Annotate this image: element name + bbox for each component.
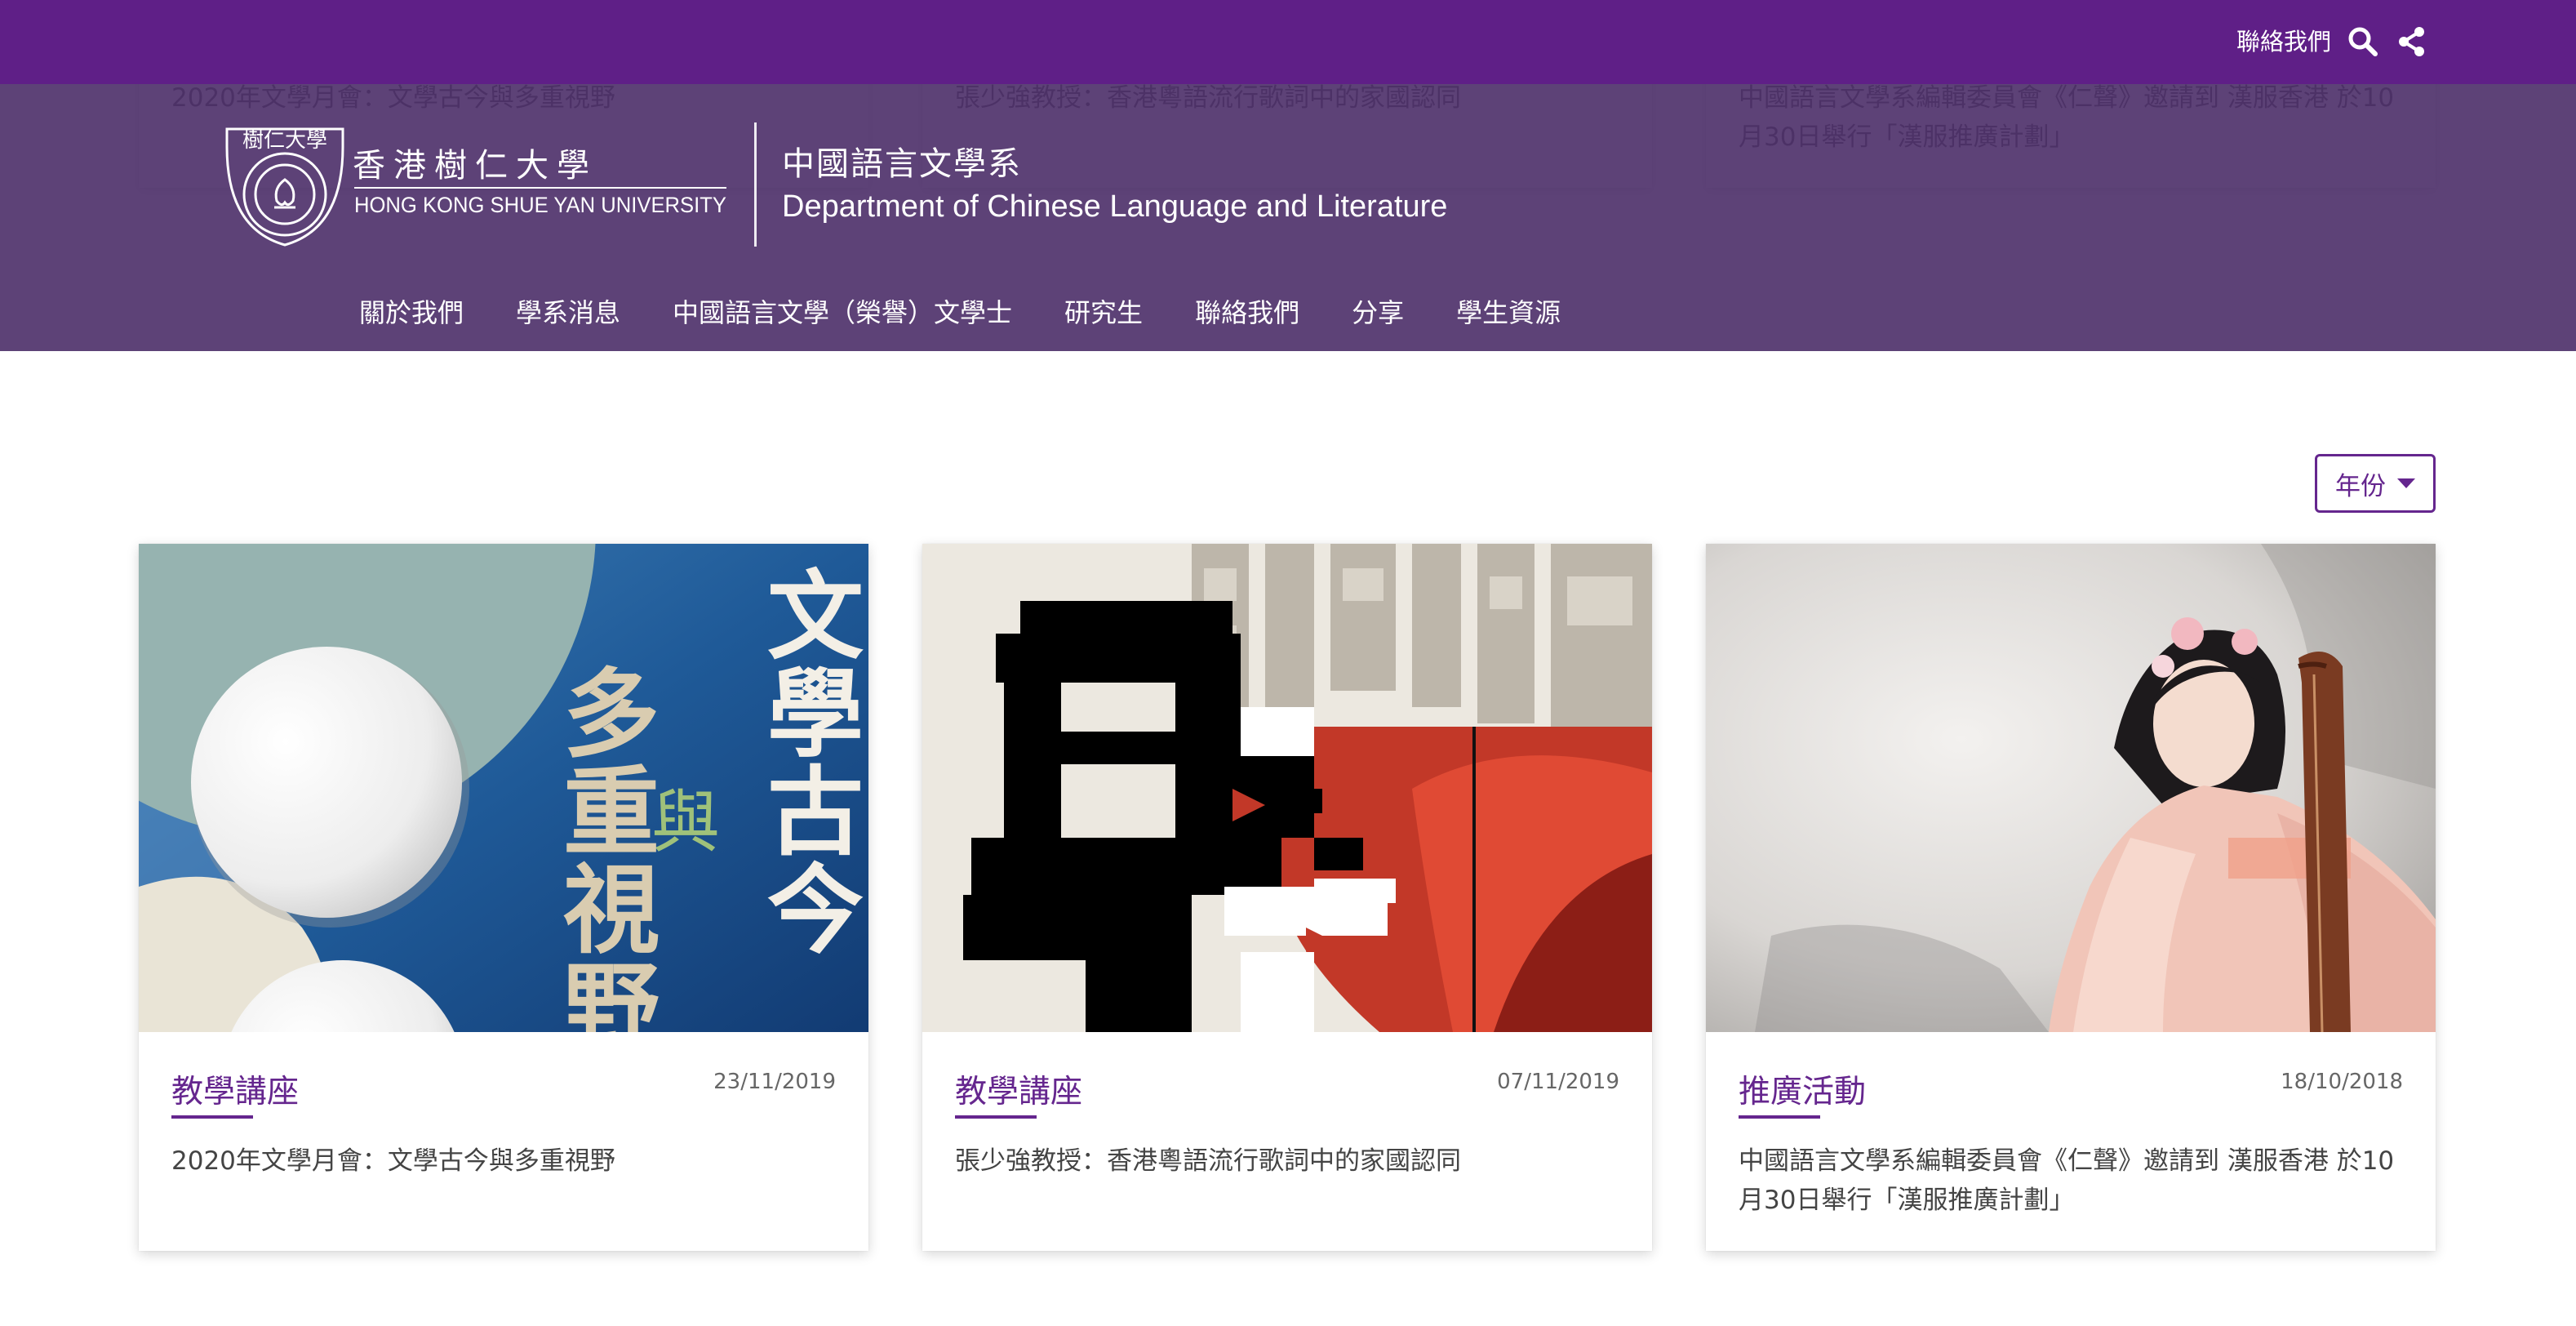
year-filter-dropdown[interactable]: 年份 xyxy=(2315,454,2436,513)
department-name-cn[interactable]: 中國語言文學系 xyxy=(782,137,1022,185)
card-title[interactable]: 張少強教授：香港粵語流行歌詞中的家國認同 xyxy=(955,1141,1619,1181)
nav-item-bachelor-programme[interactable]: 中國語言文學（榮譽）文學士 xyxy=(673,292,1012,328)
card-image-poster[interactable] xyxy=(922,544,1652,1032)
poster-char: 古 xyxy=(767,755,864,869)
nav-item-about[interactable]: 關於我們 xyxy=(359,292,464,328)
category-underline xyxy=(171,1115,253,1119)
search-icon[interactable] xyxy=(2346,24,2380,59)
year-filter-label: 年份 xyxy=(2335,471,2386,501)
category-underline xyxy=(955,1115,1037,1119)
poster-char: 文 xyxy=(767,559,864,673)
card-category[interactable]: 教學講座 xyxy=(955,1066,1082,1112)
news-card[interactable]: 教學講座 07/11/2019 張少強教授：香港粵語流行歌詞中的家國認同 xyxy=(922,544,1652,1251)
university-logo[interactable]: 樹仁大學 香港樹仁大學 HONG KONG SHUE YAN UNIVERSIT… xyxy=(220,122,735,250)
card-date: 23/11/2019 xyxy=(713,1070,836,1094)
poster-char: 學 xyxy=(767,657,864,771)
poster-char: 今 xyxy=(767,853,864,967)
top-bar: 聯絡我們 xyxy=(0,0,2576,84)
card-image-poster[interactable]: 文 學 古 今 與 多 重 視 野 xyxy=(139,544,868,1032)
poster-char: 視 xyxy=(563,853,660,967)
nav-item-postgraduate[interactable]: 研究生 xyxy=(1064,292,1143,328)
news-card[interactable]: 推廣活動 18/10/2018 中國語言文學系編輯委員會《仁聲》邀請到 漢服香港… xyxy=(1706,544,2436,1251)
contact-us-link[interactable]: 聯絡我們 xyxy=(2236,23,2331,57)
svg-text:文 學 古: 文 學 古 今 xyxy=(767,559,868,967)
nav-item-news[interactable]: 學系消息 xyxy=(516,292,620,328)
nav-item-contact[interactable]: 聯絡我們 xyxy=(1195,292,1299,328)
university-name-cn: 香港樹仁大學 xyxy=(353,147,597,185)
card-category[interactable]: 推廣活動 xyxy=(1739,1066,1866,1112)
card-title[interactable]: 2020年文學月會：文學古今與多重視野 xyxy=(171,1141,836,1181)
card-date: 18/10/2018 xyxy=(2281,1070,2403,1094)
nav-item-share[interactable]: 分享 xyxy=(1352,292,1404,328)
poster-char: 重 xyxy=(563,755,660,869)
nav-item-student-resources[interactable]: 學生資源 xyxy=(1456,292,1561,328)
university-name-en: HONG KONG SHUE YAN UNIVERSITY xyxy=(354,193,726,217)
card-title[interactable]: 中國語言文學系編輯委員會《仁聲》邀請到 漢服香港 於10月30日舉行「漢服推廣計… xyxy=(1739,1141,2403,1220)
main-nav: 關於我們 學系消息 中國語言文學（榮譽）文學士 研究生 聯絡我們 分享 學生資源 xyxy=(359,292,1561,328)
seal-text: 樹仁大學 xyxy=(242,128,327,153)
department-name-en[interactable]: Department of Chinese Language and Liter… xyxy=(782,189,1447,225)
card-image-photo[interactable] xyxy=(1706,544,2436,1032)
caret-down-icon xyxy=(2397,478,2415,488)
card-date: 07/11/2019 xyxy=(1497,1070,1619,1094)
poster-char: 野 xyxy=(563,951,660,1032)
site-header: 聯絡我們 樹仁大學 香港樹仁大學 HONG KONG SHUE YAN UNIV… xyxy=(0,0,2576,351)
category-underline xyxy=(1739,1115,1820,1119)
share-icon[interactable] xyxy=(2395,24,2429,59)
divider xyxy=(754,122,757,247)
poster-char: 多 xyxy=(563,657,660,771)
card-category[interactable]: 教學講座 xyxy=(171,1066,299,1112)
news-card[interactable]: 文 學 古 今 與 多 重 視 野 教學講座 23/11/2019 2020年文… xyxy=(139,544,868,1251)
